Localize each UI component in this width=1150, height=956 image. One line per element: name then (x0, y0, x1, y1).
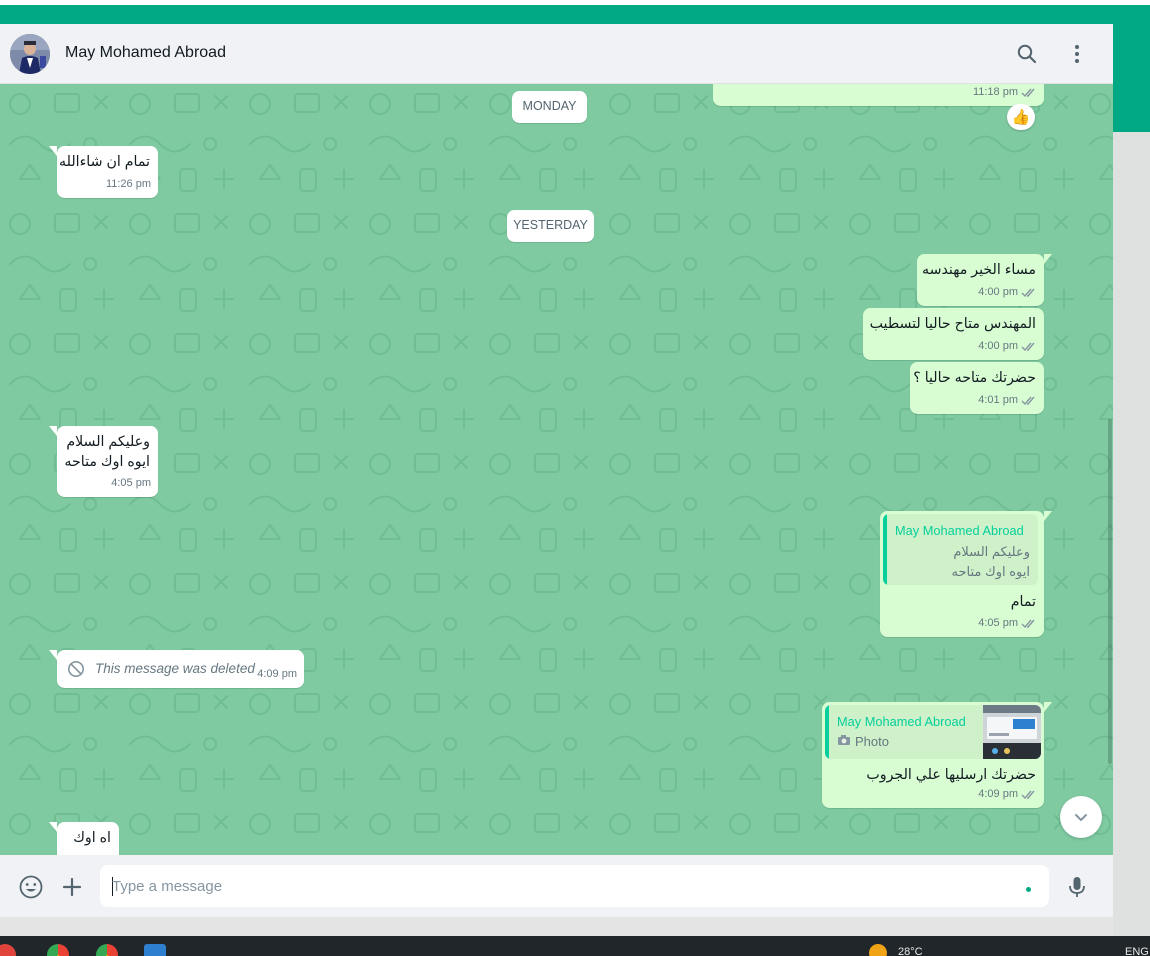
message-time: 4:05 pm (111, 477, 151, 489)
message-meta: 4:05 pm (111, 474, 151, 493)
photos-app-icon[interactable] (144, 944, 166, 956)
bubble-tail (49, 650, 57, 660)
quoted-message[interactable]: May Mohamed Abroad Photo (825, 705, 1041, 759)
chrome-icon[interactable] (47, 944, 69, 956)
double-check-icon (1021, 790, 1035, 800)
search-icon[interactable] (1015, 42, 1039, 66)
bubble-tail (49, 426, 57, 436)
camera-icon (838, 735, 850, 745)
message-text-line-2: ايوه اوك متاحه (64, 454, 150, 470)
message-meta: 4:00 pm (978, 283, 1037, 302)
input-language[interactable]: ENG (1125, 946, 1149, 956)
double-check-icon (1021, 288, 1035, 298)
contact-name[interactable]: May Mohamed Abroad (65, 44, 226, 62)
message-input-box[interactable] (100, 865, 1049, 907)
message-bubble-deleted[interactable]: This message was deleted 4:09 pm (49, 650, 304, 688)
input-status-dot (1026, 887, 1031, 892)
deleted-message-text: This message was deleted (95, 661, 255, 676)
taskbar-app-icon[interactable] (0, 944, 16, 956)
thumbs-up-emoji: 👍 (1011, 109, 1031, 126)
weather-temperature[interactable]: 28°C (898, 946, 923, 956)
message-meta: 4:01 pm (978, 391, 1037, 410)
bubble-tail (49, 146, 57, 156)
emoji-icon[interactable] (18, 874, 44, 900)
os-taskbar: 28°C ENG (0, 936, 1150, 956)
message-time: 4:05 pm (978, 617, 1018, 629)
double-check-icon (1021, 396, 1035, 406)
message-bubble-outgoing-reply[interactable]: May Mohamed Abroad وعليكم السلام ايوه او… (880, 511, 1052, 637)
double-check-icon (1021, 88, 1035, 98)
message-time: 11:26 pm (105, 178, 151, 190)
microphone-icon[interactable] (1064, 874, 1090, 900)
chevron-down-icon (1075, 814, 1087, 821)
quoted-photo-label: Photo (855, 734, 889, 749)
message-bubble-incoming[interactable]: وعليكم السلام ايوه اوك متاحه 4:05 pm (49, 426, 158, 497)
message-reaction[interactable]: 👍 (1007, 104, 1035, 130)
message-time: 4:00 pm (978, 286, 1018, 298)
quoted-message[interactable]: May Mohamed Abroad وعليكم السلام ايوه او… (883, 514, 1038, 585)
message-bubble-outgoing[interactable]: مساء الخير مهندسه 4:00 pm (917, 254, 1052, 306)
bubble-tail (1044, 511, 1052, 521)
quoted-text-line-2: ايوه اوك متاحه (951, 564, 1030, 579)
bubble-tail (1044, 702, 1052, 712)
message-text: اه اوك (73, 830, 111, 846)
quoted-text-line-1: وعليكم السلام (953, 544, 1030, 559)
message-bubble-outgoing[interactable]: المهندس متاح حاليا لتسطيب 4:00 pm (863, 308, 1044, 360)
message-text: تمام (1010, 594, 1036, 610)
blocked-icon (68, 661, 84, 677)
message-meta: 4:00 pm (978, 337, 1037, 356)
whatsapp-conversation-panel: May Mohamed Abroad 11:18 pm 👍 MONDAY تما… (0, 24, 1113, 917)
message-input[interactable] (112, 865, 1012, 907)
background-green-strip (1113, 5, 1150, 132)
message-text: مساء الخير مهندسه (921, 262, 1036, 278)
message-time: 4:01 pm (978, 394, 1018, 406)
quoted-sender-name: May Mohamed Abroad (895, 523, 1024, 538)
message-meta: 4:05 pm (978, 614, 1037, 633)
kebab-menu-icon[interactable] (1065, 42, 1089, 66)
bubble-tail (1044, 254, 1052, 264)
quote-accent-bar (825, 705, 829, 759)
scroll-to-bottom-button[interactable] (1060, 796, 1102, 838)
message-meta: 11:18 pm (973, 84, 1037, 102)
message-bubble-outgoing[interactable]: حضرتك متاحه حاليا ؟ 4:01 pm (910, 362, 1044, 414)
app-top-band (0, 5, 1150, 24)
double-check-icon (1021, 342, 1035, 352)
chat-scrollbar-thumb[interactable] (1108, 419, 1112, 764)
weather-sun-icon (869, 944, 887, 956)
quote-accent-bar (883, 514, 887, 585)
chat-header[interactable]: May Mohamed Abroad (0, 24, 1113, 84)
message-meta: 11:26 pm (106, 175, 151, 194)
message-text: حضرتك ارسليها علي الجروب (866, 767, 1036, 783)
quoted-photo-thumbnail[interactable] (983, 705, 1041, 759)
quoted-sender-name: May Mohamed Abroad (837, 714, 966, 729)
bubble-tail (49, 822, 57, 832)
contact-avatar[interactable] (10, 34, 50, 74)
message-text: المهندس متاح حاليا لتسطيب (869, 316, 1036, 332)
message-text: حضرتك متاحه حاليا ؟ (913, 370, 1036, 386)
message-meta: 4:09 pm (978, 785, 1037, 804)
message-list[interactable]: 11:18 pm 👍 MONDAY تمام ان شاءالله 11:26 … (0, 84, 1113, 855)
message-composer (0, 855, 1113, 917)
message-bubble-incoming[interactable]: تمام ان شاءالله 11:26 pm (49, 146, 158, 198)
background-gray-strip (1113, 132, 1150, 936)
message-text: تمام ان شاءالله (59, 154, 150, 170)
message-time: 4:00 pm (978, 340, 1018, 352)
message-time: 4:09 pm (978, 788, 1018, 800)
message-time: 4:09 pm (257, 668, 297, 680)
double-check-icon (1021, 619, 1035, 629)
message-bubble-incoming[interactable]: اه اوك (49, 822, 119, 855)
plus-icon[interactable] (59, 874, 85, 900)
chrome-icon[interactable] (96, 944, 118, 956)
message-meta: 4:09 pm (257, 665, 297, 684)
message-text-line-1: وعليكم السلام (66, 434, 150, 450)
date-divider-monday: MONDAY (512, 91, 587, 123)
message-bubble-outgoing[interactable]: 11:18 pm (713, 84, 1044, 106)
message-bubble-outgoing-reply[interactable]: May Mohamed Abroad Photo حضرتك ارسليها ع… (822, 702, 1052, 808)
date-divider-yesterday: YESTERDAY (507, 210, 594, 242)
message-time: 11:18 pm (972, 86, 1018, 98)
